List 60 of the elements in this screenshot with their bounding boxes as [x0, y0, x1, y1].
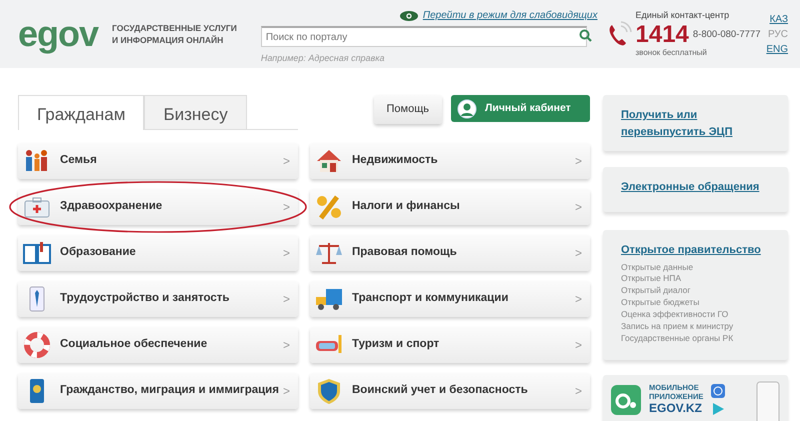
chevron-icon: > [574, 152, 582, 170]
user-icon [457, 98, 477, 118]
open-gov-item[interactable]: Открытый диалог [621, 285, 770, 298]
open-gov-item[interactable]: Открытые данные [621, 262, 770, 274]
contact-note: звонок бесплатный [636, 46, 708, 59]
category-button[interactable]: Туризм и спорт > [310, 327, 590, 363]
chevron-icon: > [282, 336, 290, 354]
category-button[interactable]: Налоги и финансы > [310, 189, 590, 225]
chevron-icon: > [282, 382, 290, 400]
account-button[interactable]: Личный кабинет [451, 95, 590, 122]
chevron-icon: > [574, 382, 582, 400]
language-link[interactable]: КАЗ [770, 12, 788, 26]
open-gov-item[interactable]: Запись на прием к министру [621, 320, 770, 333]
category-button[interactable]: Семья > [18, 143, 298, 179]
app-store-icon [711, 384, 726, 398]
category-button[interactable]: Социальное обеспечение > [18, 327, 298, 363]
chevron-icon: > [282, 290, 290, 308]
contact-phone: 8-800-080-7777 [692, 28, 760, 42]
search-icon [578, 28, 592, 42]
chevron-icon: > [574, 244, 582, 262]
category-button[interactable]: Образование > [18, 235, 298, 271]
chevron-icon: > [282, 198, 290, 216]
search-field[interactable]: Поиск по порталу [260, 26, 587, 47]
logo[interactable]: egov [18, 16, 98, 52]
open-gov-item[interactable]: Оценка эффективности ГО [621, 309, 770, 321]
chevron-icon: > [574, 336, 582, 354]
category-button[interactable]: Правовая помощь > [310, 235, 590, 271]
open-gov-item[interactable]: Открытые НПА [621, 273, 770, 286]
category-button[interactable]: Воинский учет и безопасность > [310, 373, 590, 409]
category-button[interactable]: Гражданство, миграция и иммиграция > [18, 373, 298, 409]
contact-short-number: 1414 [636, 22, 689, 47]
play-icon [711, 402, 726, 416]
category-button[interactable]: Транспорт и коммуникации > [310, 281, 590, 317]
open-gov-link[interactable]: Открытое правительство [621, 242, 770, 258]
help-button[interactable]: Помощь [374, 95, 442, 124]
ecp-link[interactable]: Получить или перевыпустить ЭЦП [621, 107, 770, 140]
tab[interactable]: Бизнесу [144, 95, 247, 129]
tagline-text: И ИНФОРМАЦИЯ ОНЛАЙН [112, 34, 224, 46]
percent-icon [314, 193, 344, 221]
app-logo-icon [611, 385, 641, 415]
chevron-icon: > [574, 198, 582, 216]
category-button[interactable]: Недвижимость > [310, 143, 590, 179]
banner-site: EGOV.KZ [649, 402, 703, 416]
tagline-text: ГОСУДАРСТВЕННЫЕ УСЛУГИ [112, 22, 237, 34]
category-button[interactable]: Здравоохранение > [18, 189, 298, 225]
open-gov-item[interactable]: Государственные органы РК [621, 332, 770, 345]
chevron-icon: > [574, 290, 582, 308]
lifebuoy-icon [22, 331, 52, 359]
appeals-link[interactable]: Электронные обращения [621, 179, 770, 196]
eye-icon [400, 10, 418, 20]
hint-label: Например: [260, 52, 306, 62]
tab[interactable]: Гражданам [18, 95, 144, 130]
open-gov-item[interactable]: Открытые бюджеты [621, 297, 770, 310]
book-icon [22, 239, 52, 267]
contact-title: Единый контакт-центр [636, 9, 730, 22]
category-button[interactable]: Трудоустройство и занятость > [18, 281, 298, 317]
accessibility-link[interactable]: Перейти в режим для слабовидящих [422, 8, 598, 23]
chevron-icon: > [282, 244, 290, 262]
language-link[interactable]: ENG [766, 42, 788, 56]
chevron-icon: > [282, 152, 290, 170]
